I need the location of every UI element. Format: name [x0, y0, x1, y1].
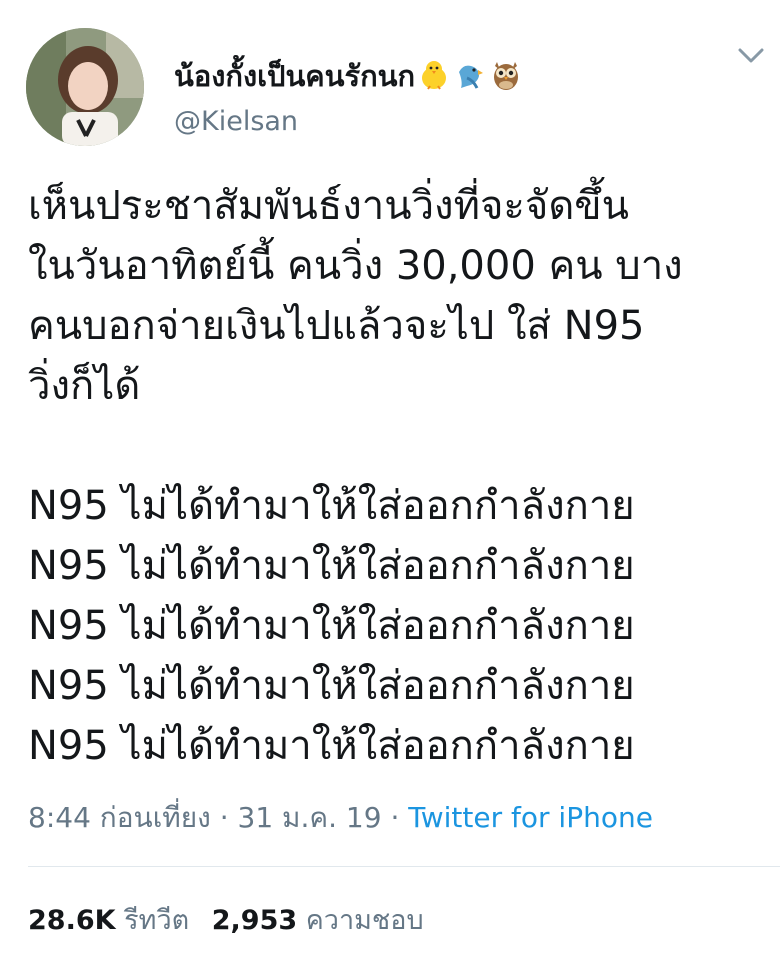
- tweet-meta: 8:44 ก่อนเที่ยง · 31 ม.ค. 19 · Twitter f…: [28, 800, 653, 836]
- likes-label: ความชอบ: [305, 905, 424, 936]
- tweet-line: วิ่งก็ได้: [28, 363, 141, 409]
- tweet-date[interactable]: 31 ม.ค. 19: [238, 801, 382, 834]
- avatar[interactable]: [26, 28, 144, 146]
- tweet-repeated-line: N95 ไม่ได้ทำมาให้ใส่ออกกำลังกาย: [28, 483, 635, 529]
- tweet-text: เห็นประชาสัมพันธ์งานวิ่งที่จะจัดขึ้น ในว…: [28, 176, 763, 776]
- tweet-card: น้องกั้งเป็นคนรักนก @Kielsan เห็นประชาสั…: [0, 0, 780, 960]
- likes-count: 2,953: [211, 905, 298, 936]
- chevron-down-icon[interactable]: [736, 44, 766, 68]
- parrot-icon: [453, 58, 487, 92]
- meta-separator: ·: [219, 801, 229, 834]
- retweets-label: รีทวีต: [124, 905, 190, 936]
- tweet-line: คนบอกจ่ายเงินไปแล้วจะไป ใส่ N95: [28, 303, 645, 349]
- tweet-header: น้องกั้งเป็นคนรักนก @Kielsan: [26, 24, 766, 146]
- user-handle[interactable]: @Kielsan: [174, 106, 298, 138]
- tweet-repeated-line: N95 ไม่ได้ทำมาให้ใส่ออกกำลังกาย: [28, 543, 635, 589]
- tweet-repeated-line: N95 ไม่ได้ทำมาให้ใส่ออกกำลังกาย: [28, 603, 635, 649]
- tweet-repeated-line: N95 ไม่ได้ทำมาให้ใส่ออกกำลังกาย: [28, 723, 635, 769]
- tweet-stats: 28.6K รีทวีต 2,953 ความชอบ: [28, 904, 438, 938]
- retweets-stat[interactable]: 28.6K รีทวีต: [28, 905, 198, 936]
- display-name[interactable]: น้องกั้งเป็นคนรักนก: [174, 58, 523, 93]
- chick-icon: [417, 58, 451, 92]
- tweet-time[interactable]: 8:44 ก่อนเที่ยง: [28, 801, 211, 834]
- tweet-line: เห็นประชาสัมพันธ์งานวิ่งที่จะจัดขึ้น: [28, 183, 629, 229]
- tweet-source-link[interactable]: Twitter for iPhone: [408, 801, 653, 834]
- avatar-image: [26, 28, 144, 146]
- likes-stat[interactable]: 2,953 ความชอบ: [212, 905, 424, 936]
- owl-icon: [489, 58, 523, 92]
- display-name-text: น้องกั้งเป็นคนรักนก: [174, 59, 416, 93]
- divider: [28, 866, 780, 867]
- meta-separator: ·: [390, 801, 400, 834]
- retweets-count: 28.6K: [28, 905, 116, 936]
- tweet-line: ในวันอาทิตย์นี้ คนวิ่ง 30,000 คน บาง: [28, 243, 683, 289]
- tweet-repeated-line: N95 ไม่ได้ทำมาให้ใส่ออกกำลังกาย: [28, 663, 635, 709]
